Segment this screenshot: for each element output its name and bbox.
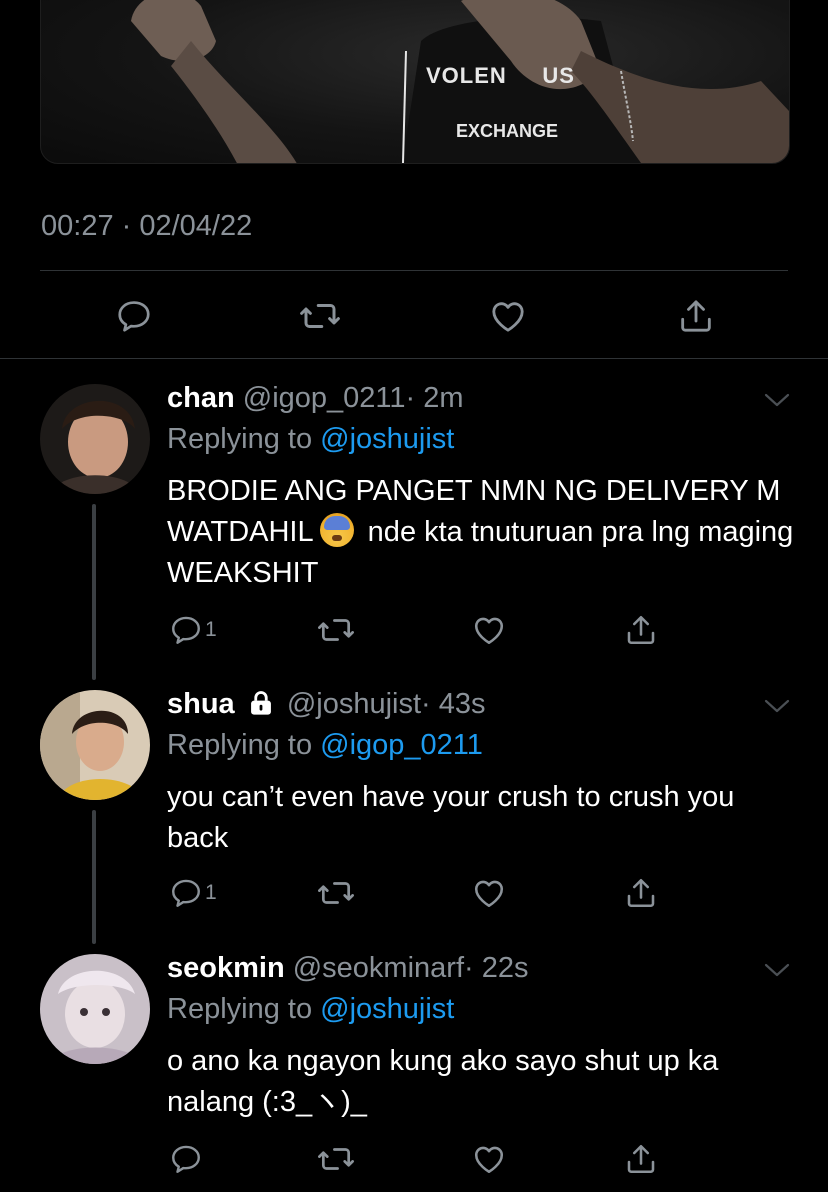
display-name[interactable]: shua [167, 688, 235, 720]
retweet-button[interactable] [317, 1139, 355, 1179]
replying-to: Replying to @igop_0211 [167, 729, 483, 762]
comment-bubble-icon [169, 1142, 203, 1176]
reply-button[interactable] [169, 1139, 205, 1179]
user-handle[interactable]: @seokminarf [293, 952, 464, 984]
reply-text: BRODIE ANG PANGET NMN NG DELIVERY M WATD… [167, 471, 807, 594]
anxious-face-with-sweat-emoji [319, 513, 354, 547]
reply-count: 1 [205, 881, 217, 904]
reply-button[interactable]: 1 [169, 610, 217, 650]
reply-action-bar: 1 [167, 610, 667, 650]
share-icon [623, 612, 659, 648]
display-name[interactable]: chan [167, 382, 235, 414]
replying-to: Replying to @joshujist [167, 423, 454, 456]
divider [40, 270, 788, 271]
reply-header: shua @joshujist· 43s [167, 688, 486, 721]
retweet-icon [317, 874, 355, 912]
like-button[interactable] [486, 294, 530, 338]
avatar[interactable] [40, 384, 150, 494]
share-icon [623, 1141, 659, 1177]
share-icon [623, 875, 659, 911]
comment-bubble-icon [169, 613, 203, 647]
divider [0, 358, 828, 359]
mention-link[interactable]: @igop_0211 [320, 729, 483, 761]
retweet-icon [317, 611, 355, 649]
share-button[interactable] [623, 610, 659, 650]
reply-time: · 43s [421, 688, 486, 720]
chevron-down-icon[interactable] [762, 390, 792, 410]
media-photo [131, 0, 789, 163]
replying-to: Replying to @joshujist [167, 993, 454, 1026]
chevron-down-icon[interactable] [762, 696, 792, 716]
reply-button[interactable] [112, 294, 156, 338]
avatar-photo [40, 384, 150, 494]
avatar[interactable] [40, 690, 150, 800]
replying-to-prefix: Replying to [167, 729, 321, 761]
mention-link[interactable]: @joshujist [320, 993, 454, 1025]
chevron-down-icon[interactable] [762, 960, 792, 980]
reply-count: 1 [205, 618, 217, 641]
heart-icon [471, 875, 507, 911]
reply-header: seokmin @seokminarf· 22s [167, 952, 529, 985]
reply-time: · 22s [464, 952, 529, 984]
share-icon [676, 296, 716, 336]
retweet-button[interactable] [317, 610, 355, 650]
like-button[interactable] [471, 610, 507, 650]
mention-link[interactable]: @joshujist [320, 423, 454, 455]
replying-to-prefix: Replying to [167, 993, 321, 1025]
reply-action-bar: 1 [167, 873, 667, 913]
retweet-button[interactable] [317, 873, 355, 913]
reply-text: o ano ka ngayon kung ako sayo shut up ka… [167, 1045, 719, 1118]
share-button[interactable] [674, 294, 718, 338]
retweet-icon [317, 1140, 355, 1178]
heart-icon [471, 612, 507, 648]
display-name[interactable]: seokmin [167, 952, 285, 984]
avatar[interactable] [40, 954, 150, 1064]
heart-icon [488, 296, 528, 336]
lock-icon [250, 691, 271, 715]
shirt-print-line-2: EXCHANGE [456, 121, 559, 141]
thread-line [92, 810, 96, 944]
thread-line [92, 504, 96, 680]
tweet-action-bar [40, 294, 788, 338]
avatar-photo [40, 954, 150, 1064]
reply-time: · 2m [405, 382, 464, 414]
tweet-media-image[interactable]: VOLEN US EXCHANGE [40, 0, 790, 164]
share-button[interactable] [623, 1139, 659, 1179]
shirt-print-line-1: VOLEN US [426, 63, 575, 88]
user-handle[interactable]: @igop_0211 [243, 382, 406, 414]
comment-bubble-icon [169, 876, 203, 910]
user-handle[interactable]: @joshujist [287, 688, 421, 720]
avatar-photo [40, 690, 150, 800]
heart-icon [471, 1141, 507, 1177]
reply-header: chan @igop_0211· 2m [167, 382, 464, 415]
retweet-button[interactable] [298, 294, 342, 338]
reply-text: you can’t even have your crush to crush … [167, 781, 735, 854]
retweet-icon [299, 295, 341, 337]
tweet-timestamp: 00:27 · 02/04/22 [41, 210, 253, 242]
reply-button[interactable]: 1 [169, 873, 217, 913]
share-button[interactable] [623, 873, 659, 913]
comment-bubble-icon [115, 297, 153, 335]
replying-to-prefix: Replying to [167, 423, 321, 455]
like-button[interactable] [471, 1139, 507, 1179]
reply-action-bar [167, 1139, 667, 1179]
like-button[interactable] [471, 873, 507, 913]
